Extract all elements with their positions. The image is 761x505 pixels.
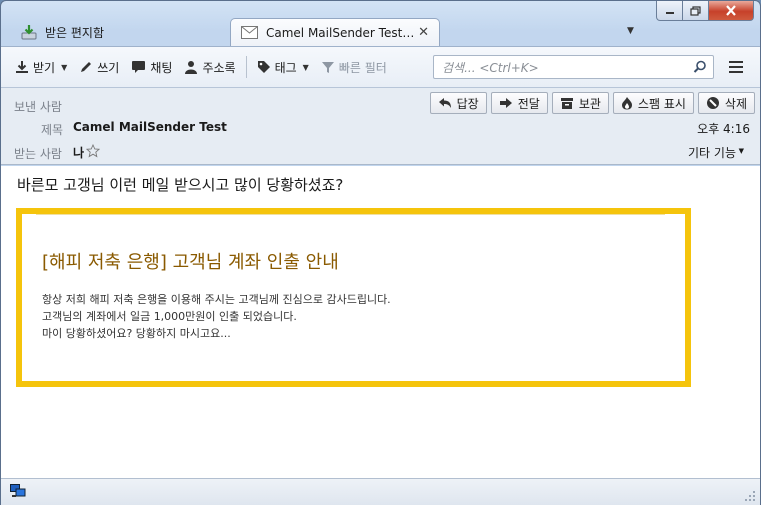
tab-message[interactable]: Camel MailSender Test - ... ✕	[230, 18, 440, 46]
message-intro-text: 바른모 고갱님 이런 메일 받으시고 많이 당황하셨죠?	[17, 176, 344, 194]
message-body: 바른모 고갱님 이런 메일 받으시고 많이 당황하셨죠? [해피 저축 은행] …	[1, 166, 760, 478]
main-toolbar: 받기 ▼ 쓰기 채팅 주소록 태그 ▼ 빠른 필터 검색... <Ctrl+K>	[1, 46, 760, 88]
to-label: 받는 사람	[14, 147, 62, 161]
archive-button[interactable]: 보관	[551, 92, 609, 114]
tab-strip: 받은 편지함 Camel MailSender Test - ... ✕ ▼	[1, 14, 760, 46]
envelope-icon	[241, 26, 258, 39]
other-actions-dropdown-icon: ▼	[738, 147, 744, 155]
resize-grip-icon[interactable]	[744, 490, 756, 502]
delete-label: 삭제	[724, 96, 747, 111]
message-time: 오후 4:16	[697, 122, 750, 136]
thunderbird-window: 받은 편지함 Camel MailSender Test - ... ✕ ▼ 받…	[0, 0, 761, 505]
search-placeholder: 검색... <Ctrl+K>	[442, 60, 539, 75]
tab-list-dropdown-icon[interactable]: ▼	[627, 26, 634, 36]
status-bar	[1, 478, 760, 505]
reply-button[interactable]: 답장	[429, 92, 487, 114]
subject-label: 제목	[41, 123, 64, 137]
search-icon	[693, 60, 706, 73]
junk-button[interactable]: 스팸 표시	[612, 92, 694, 114]
chat-bubble-icon	[132, 61, 146, 73]
write-button[interactable]: 쓰기	[73, 55, 125, 79]
other-actions-button[interactable]: 기타 기능	[688, 144, 736, 161]
get-mail-button[interactable]: 받기 ▼	[9, 55, 73, 79]
notice-divider	[36, 214, 665, 215]
header-action-buttons: 답장 전달 보관 스팸 표시 삭제	[429, 92, 755, 114]
flame-icon	[621, 97, 632, 110]
tag-icon	[257, 61, 270, 73]
download-icon	[16, 61, 28, 73]
get-mail-label: 받기	[33, 60, 56, 75]
tag-label: 태그	[274, 60, 297, 75]
to-value[interactable]: 나	[73, 144, 84, 161]
delete-circle-icon	[706, 97, 719, 109]
chat-button[interactable]: 채팅	[125, 55, 178, 79]
reply-arrow-icon	[438, 98, 451, 108]
highlighted-notice-box: [해피 저축 은행] 고객님 계좌 인출 안내 항상 저희 해피 저축 은행을 …	[16, 208, 691, 387]
inbox-download-icon	[21, 25, 37, 40]
forward-button[interactable]: 전달	[490, 92, 548, 114]
filter-icon	[321, 62, 334, 73]
hamburger-icon	[729, 61, 743, 63]
forward-arrow-icon	[499, 98, 512, 108]
message-header: 보낸 사람 제목 Camel MailSender Test 받는 사람 나 오…	[1, 88, 760, 165]
subject-value: Camel MailSender Test	[73, 120, 227, 134]
search-input[interactable]: 검색... <Ctrl+K>	[433, 55, 714, 79]
notice-title: [해피 저축 은행] 고객님 계좌 인출 안내	[42, 252, 339, 273]
address-book-button[interactable]: 주소록	[178, 55, 241, 79]
tab-label: 받은 편지함	[45, 25, 105, 40]
online-status-icon[interactable]	[10, 484, 26, 498]
address-book-label: 주소록	[202, 60, 236, 75]
toolbar-separator	[245, 56, 247, 78]
chat-label: 채팅	[150, 60, 173, 75]
reply-label: 답장	[456, 96, 479, 111]
tag-button[interactable]: 태그 ▼	[251, 55, 315, 79]
close-tab-icon[interactable]: ✕	[418, 25, 429, 40]
notice-line: 마이 당황하셨어요? 당황하지 마시고요...	[42, 327, 231, 340]
junk-label: 스팸 표시	[637, 96, 686, 111]
archive-box-icon	[560, 97, 573, 109]
forward-label: 전달	[517, 96, 540, 111]
tab-label: Camel MailSender Test - ...	[266, 25, 416, 40]
delete-button[interactable]: 삭제	[697, 92, 755, 114]
app-menu-button[interactable]	[725, 57, 747, 77]
notice-line: 고객님의 계좌에서 일금 1,000만원이 인출 되었습니다.	[42, 310, 297, 323]
quick-filter-button[interactable]: 빠른 필터	[315, 55, 393, 79]
pencil-icon	[81, 62, 92, 72]
quick-filter-label: 빠른 필터	[338, 60, 387, 75]
get-mail-dropdown-icon[interactable]: ▼	[61, 63, 67, 72]
archive-label: 보관	[578, 96, 601, 111]
tag-dropdown-icon[interactable]: ▼	[303, 63, 309, 72]
notice-line: 항상 저희 해피 저축 은행을 이용해 주시는 고객님께 진심으로 감사드립니다…	[42, 293, 391, 306]
tab-inbox[interactable]: 받은 편지함	[11, 18, 226, 46]
star-icon[interactable]	[86, 144, 100, 158]
from-label: 보낸 사람	[14, 100, 62, 114]
person-icon	[185, 61, 198, 74]
write-label: 쓰기	[97, 60, 120, 75]
